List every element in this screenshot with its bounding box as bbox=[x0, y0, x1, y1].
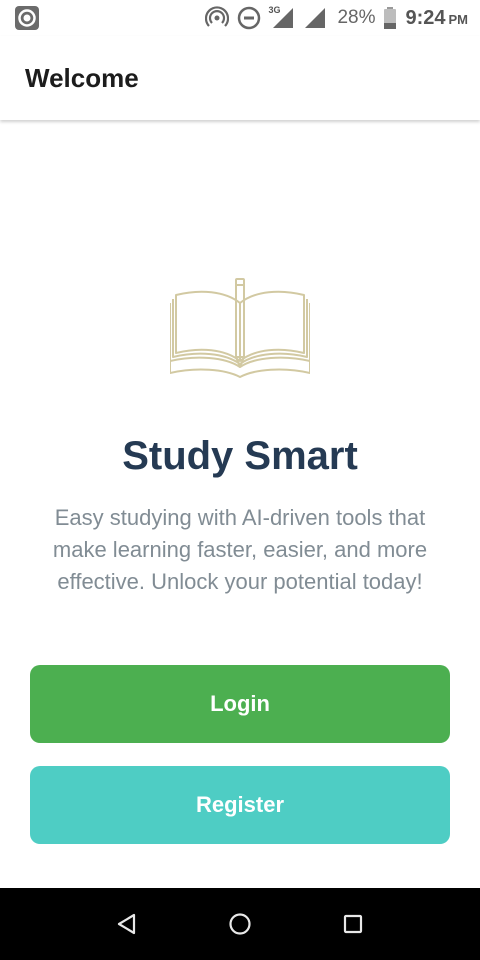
screen: 3G 28% 9:24 PM Welcome Study Smart Easy … bbox=[0, 0, 480, 960]
app-bar: Welcome bbox=[0, 36, 480, 120]
navigation-bar bbox=[0, 888, 480, 960]
page-title: Welcome bbox=[25, 62, 139, 93]
do-not-disturb-icon bbox=[237, 6, 261, 30]
app-notification-icon bbox=[14, 5, 40, 31]
home-icon[interactable] bbox=[220, 904, 260, 944]
status-bar: 3G 28% 9:24 PM bbox=[0, 0, 480, 36]
battery-icon bbox=[383, 6, 397, 30]
clock: 9:24 PM bbox=[405, 6, 468, 29]
login-button[interactable]: Login bbox=[30, 665, 450, 743]
register-button[interactable]: Register bbox=[30, 766, 450, 844]
signal-icon: 3G bbox=[268, 5, 295, 30]
back-icon[interactable] bbox=[107, 904, 147, 944]
battery-percent: 28% bbox=[337, 7, 376, 28]
open-book-icon bbox=[169, 273, 311, 379]
hero-description: Easy studying with AI-driven tools that … bbox=[52, 505, 428, 594]
recents-icon[interactable] bbox=[333, 904, 373, 944]
hotspot-icon bbox=[205, 6, 230, 30]
hero-title: Study Smart bbox=[122, 434, 358, 478]
signal-icon bbox=[303, 6, 327, 30]
